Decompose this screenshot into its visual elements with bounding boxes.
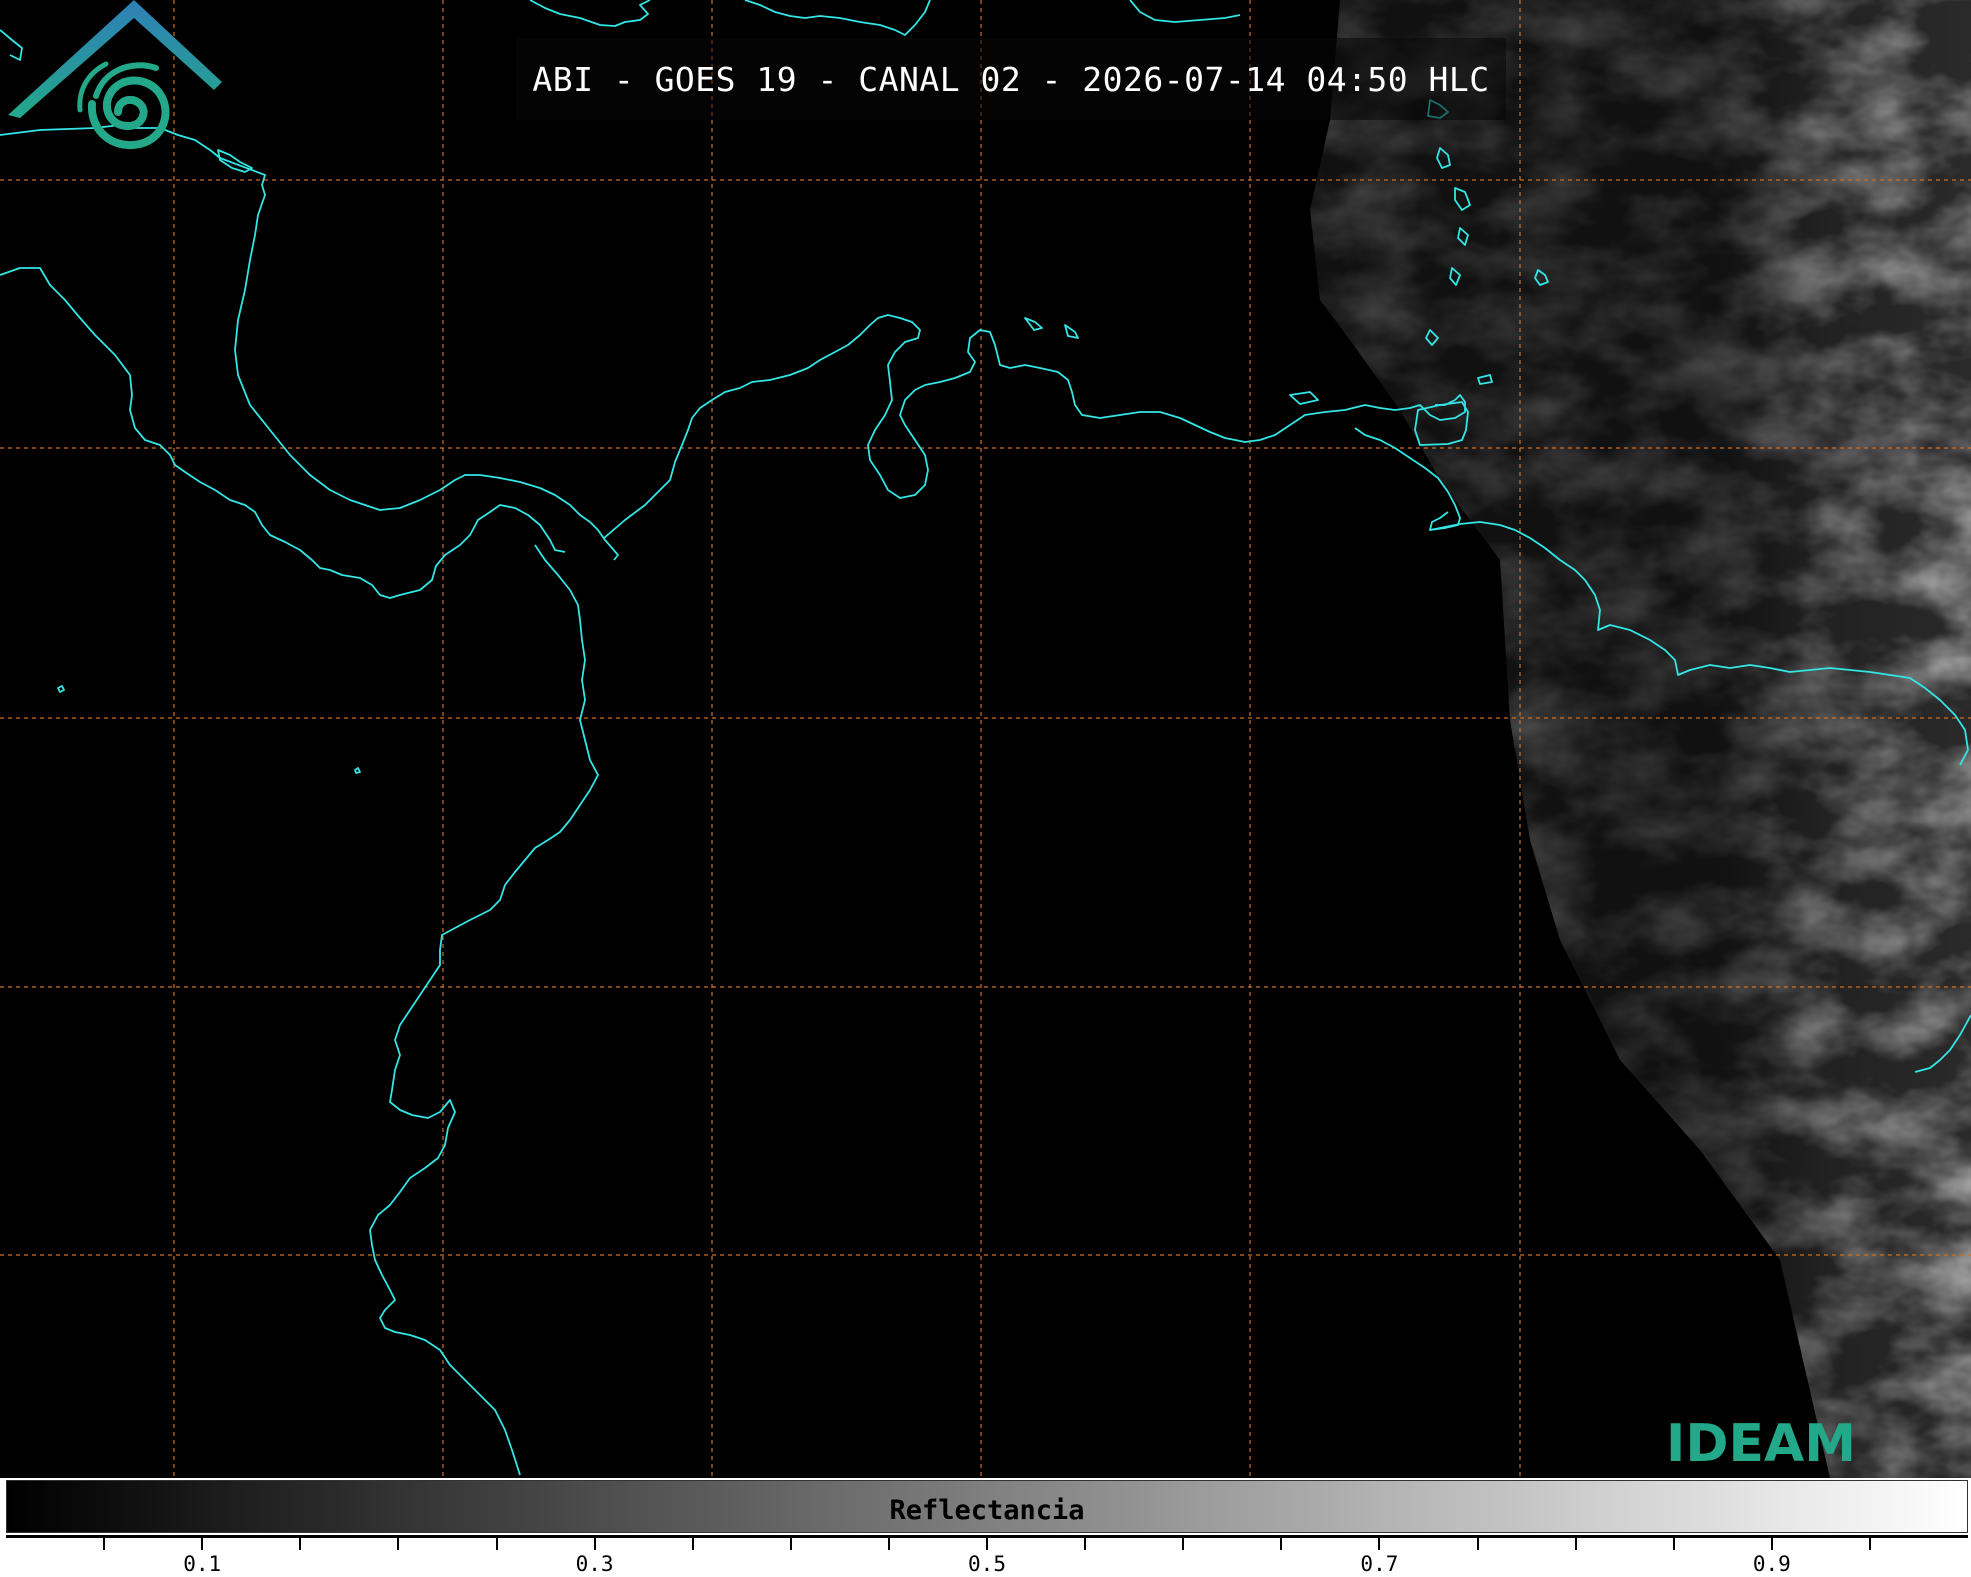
colorbar-tick-label: 0.9 (1752, 1552, 1791, 1576)
coastline-pacific-colombia (369, 544, 599, 1476)
colorbar-tick-label: 0.5 (968, 1552, 1006, 1576)
ideam-logo-text: IDEAM (1666, 1414, 1857, 1474)
colorbar-tick-label: 0.3 (575, 1552, 614, 1576)
colorbar-tick (1378, 1537, 1381, 1550)
colorbar-tick (1280, 1537, 1283, 1550)
colorbar-tick (1868, 1537, 1871, 1550)
ideam-logo (8, 0, 222, 150)
colorbar-tick (1084, 1537, 1087, 1550)
colorbar-tick (201, 1537, 204, 1550)
colorbar-tick (1476, 1537, 1479, 1550)
map-canvas (0, 0, 1971, 1478)
colorbar-tick (593, 1537, 596, 1550)
colorbar-tick-label: 0.1 (183, 1552, 222, 1576)
colorbar-tick (986, 1537, 988, 1550)
coastline-cuba (529, 0, 651, 27)
colorbar-tick (1182, 1537, 1185, 1550)
colorbar-tick (1770, 1537, 1773, 1550)
colorbar-tick (887, 1537, 890, 1550)
coastline-small-island-1 (57, 685, 65, 693)
colorbar-tick (103, 1537, 106, 1550)
coastline-hispaniola (744, 0, 931, 36)
daylight-region (1300, 0, 1971, 1478)
reflectance-colorbar: Reflectancia (6, 1480, 1968, 1533)
colorbar-tick (1574, 1537, 1577, 1550)
colorbar-panel: Reflectancia 0.1 0.3 0.5 0.7 0.9 (0, 1478, 1971, 1577)
colorbar-label: Reflectancia (889, 1495, 1085, 1526)
colorbar-tick (299, 1537, 302, 1550)
satellite-map: ABI - GOES 19 - CANAL 02 - 2026-07-14 04… (0, 0, 1971, 1478)
coastline-puerto-rico (1129, 0, 1241, 23)
coastline-small-island-2 (354, 767, 361, 774)
colorbar-tick (495, 1537, 498, 1550)
coastline-curacao (1064, 324, 1079, 339)
colorbar-tick-label: 0.7 (1360, 1552, 1399, 1576)
image-title: ABI - GOES 19 - CANAL 02 - 2026-07-14 04… (532, 59, 1490, 99)
coastline-pacific-central-america (0, 267, 566, 599)
colorbar-tick (1672, 1537, 1675, 1550)
colorbar-tick (789, 1537, 792, 1550)
logo-roof-icon (8, 0, 222, 118)
title-banner: ABI - GOES 19 - CANAL 02 - 2026-07-14 04… (516, 38, 1506, 120)
colorbar-tick (397, 1537, 400, 1550)
colorbar-tick (691, 1537, 694, 1550)
coastline-aruba (1024, 317, 1043, 331)
logo-swirl-icon (77, 61, 170, 150)
